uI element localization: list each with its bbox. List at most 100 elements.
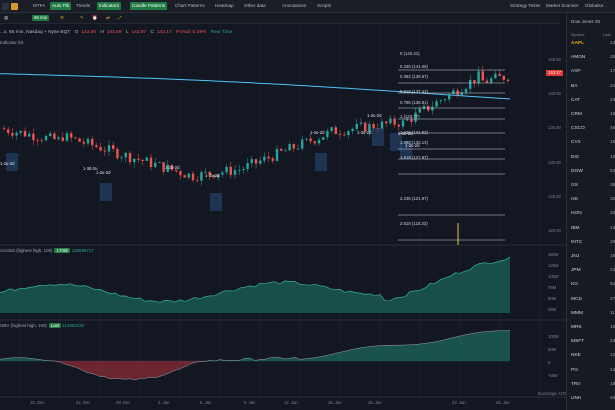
candle	[372, 123, 375, 129]
candle	[477, 71, 480, 83]
watchlist-row[interactable]: CVX 188	[571, 139, 615, 147]
watchlist-row[interactable]: BA 212	[571, 83, 615, 91]
candle	[40, 140, 43, 142]
watchlist-row[interactable]: INTC 29	[571, 239, 615, 247]
candle	[133, 158, 136, 163]
watchlist-last: 126	[610, 353, 615, 359]
watchlist-row[interactable]: IBM 134	[571, 225, 615, 233]
pattern-annotation: 1-2u-2d	[0, 161, 15, 166]
candle	[99, 146, 102, 151]
scripts-button[interactable]: Scripts	[317, 2, 331, 10]
watchlist-last: 143	[610, 41, 615, 46]
watchlist-symbol: INTC	[571, 239, 583, 245]
fib-level-label: 2.236 (121.97)	[400, 196, 428, 201]
candle	[469, 79, 472, 89]
candle	[435, 101, 438, 107]
candle	[355, 123, 358, 129]
pattern-highlight	[210, 193, 222, 211]
watchlist-symbol: MMM	[571, 310, 583, 316]
indicators-button[interactable]: Indicators	[97, 2, 121, 10]
candle	[439, 100, 442, 102]
trends-button[interactable]: Trends	[76, 2, 90, 10]
candle	[380, 121, 384, 130]
chart-patterns-button[interactable]: Chart Patterns	[175, 2, 205, 10]
candle	[431, 106, 434, 111]
annotations-button[interactable]: Annotations	[282, 2, 306, 10]
auto-fib-button[interactable]: Auto Fib	[50, 2, 72, 10]
accdist-area	[0, 257, 510, 313]
strategy-tester-button[interactable]: Strategy Tester	[510, 2, 541, 10]
watchlist-row[interactable]: JPM 139	[571, 267, 615, 275]
candle	[44, 135, 48, 141]
pattern-annotation: 1-2u-2d	[310, 130, 325, 135]
market-scanner-button[interactable]: Market Scanner	[546, 2, 578, 10]
watchlist-row[interactable]: AXP 170	[571, 68, 615, 76]
watchlist-row[interactable]: MSFT 247	[571, 338, 615, 346]
candle	[443, 99, 447, 101]
price-axis-label: 125.00	[548, 193, 561, 199]
candle	[343, 134, 346, 136]
watchlist-row[interactable]: HON 207	[571, 210, 615, 218]
candle	[183, 175, 186, 178]
candle	[65, 133, 69, 141]
heatmap-button[interactable]: Heatmap	[215, 2, 234, 10]
fib-level-label: 2.618 (118.33)	[400, 221, 428, 226]
candle-patterns-button[interactable]: Candle Patterns	[130, 2, 167, 10]
watchlist-row[interactable]: DOW 53	[571, 168, 615, 176]
date-axis-label: 5. Jan	[200, 400, 212, 405]
watchlist-row[interactable]: GS 357	[571, 182, 615, 190]
candle	[120, 157, 123, 159]
date-axis-label: 23. Jan	[452, 400, 466, 405]
obv-axis-label: 0	[548, 360, 551, 365]
watchlist-symbol: JPM	[571, 268, 581, 274]
mtfa-button[interactable]: MTFA	[33, 2, 45, 10]
candle	[103, 150, 106, 152]
global-search-button[interactable]: Globalse...	[585, 2, 607, 10]
price-chart[interactable]	[0, 13, 566, 410]
exchange-label: Exchange: UTC	[538, 391, 568, 396]
watchlist-row[interactable]: CRM 163	[571, 111, 615, 119]
obv-axis-label: 100M	[548, 334, 559, 339]
watchlist-last: 29	[610, 239, 615, 245]
candle	[95, 145, 98, 147]
watchlist-symbol: PG	[571, 367, 578, 373]
date-axis-label: 29. Dec	[116, 400, 131, 405]
date-axis-label: 26. Jan	[496, 400, 510, 405]
candle	[91, 138, 94, 146]
watchlist-row[interactable]: JNJ 166	[571, 253, 615, 261]
watchlist-row[interactable]: AMGN 254	[571, 54, 615, 62]
watchlist-row[interactable]: HD 322	[571, 196, 615, 204]
watchlist-last: 254	[610, 55, 615, 61]
watchlist-row[interactable]: TRV 188	[571, 381, 615, 389]
watchlist-symbol: HON	[571, 211, 582, 217]
watchlist-row[interactable]: MMM 117	[571, 310, 615, 318]
menu-icon[interactable]	[2, 2, 9, 10]
watchlist-row[interactable]: UNH 492	[571, 395, 615, 403]
watchlist-title[interactable]: Dow Jones 30	[571, 19, 600, 24]
watchlist-row[interactable]: NKE 126	[571, 352, 615, 360]
other-data-button[interactable]: Other data	[244, 2, 266, 10]
watchlist-last: 139	[610, 268, 615, 274]
obv-label: OBV (highest high, 100) Last 114963433	[0, 323, 85, 328]
candle	[19, 130, 22, 133]
watchlist-last: 188	[610, 140, 615, 146]
candle	[271, 158, 274, 161]
candle	[49, 133, 52, 136]
watchlist-row[interactable]: CSCO 46	[571, 125, 615, 133]
watchlist-row[interactable]: MCD 273	[571, 296, 615, 304]
watchlist-symbol: CAT	[571, 97, 581, 103]
candle	[124, 152, 127, 158]
top-toolbar: MTFA Auto Fib Trends Indicators Candle P…	[0, 0, 615, 13]
date-axis-label: 9. Jan	[244, 400, 256, 405]
date-axis-label: 22. Dec	[76, 400, 91, 405]
watchlist-row[interactable]: AAPL 143	[571, 40, 615, 48]
watchlist-row[interactable]: KO 62	[571, 281, 615, 289]
watchlist-row[interactable]: MRK 107	[571, 324, 615, 332]
candle	[334, 127, 337, 135]
watchlist-row[interactable]: DIS 104	[571, 154, 615, 162]
watchlist-last: 322	[610, 197, 615, 203]
watchlist-row[interactable]: PG 143	[571, 367, 615, 375]
watchlist-row[interactable]: CAT 236	[571, 97, 615, 105]
fib-level-label: 0.618 (137.42)	[400, 89, 428, 94]
app-logo-icon[interactable]	[11, 2, 18, 10]
